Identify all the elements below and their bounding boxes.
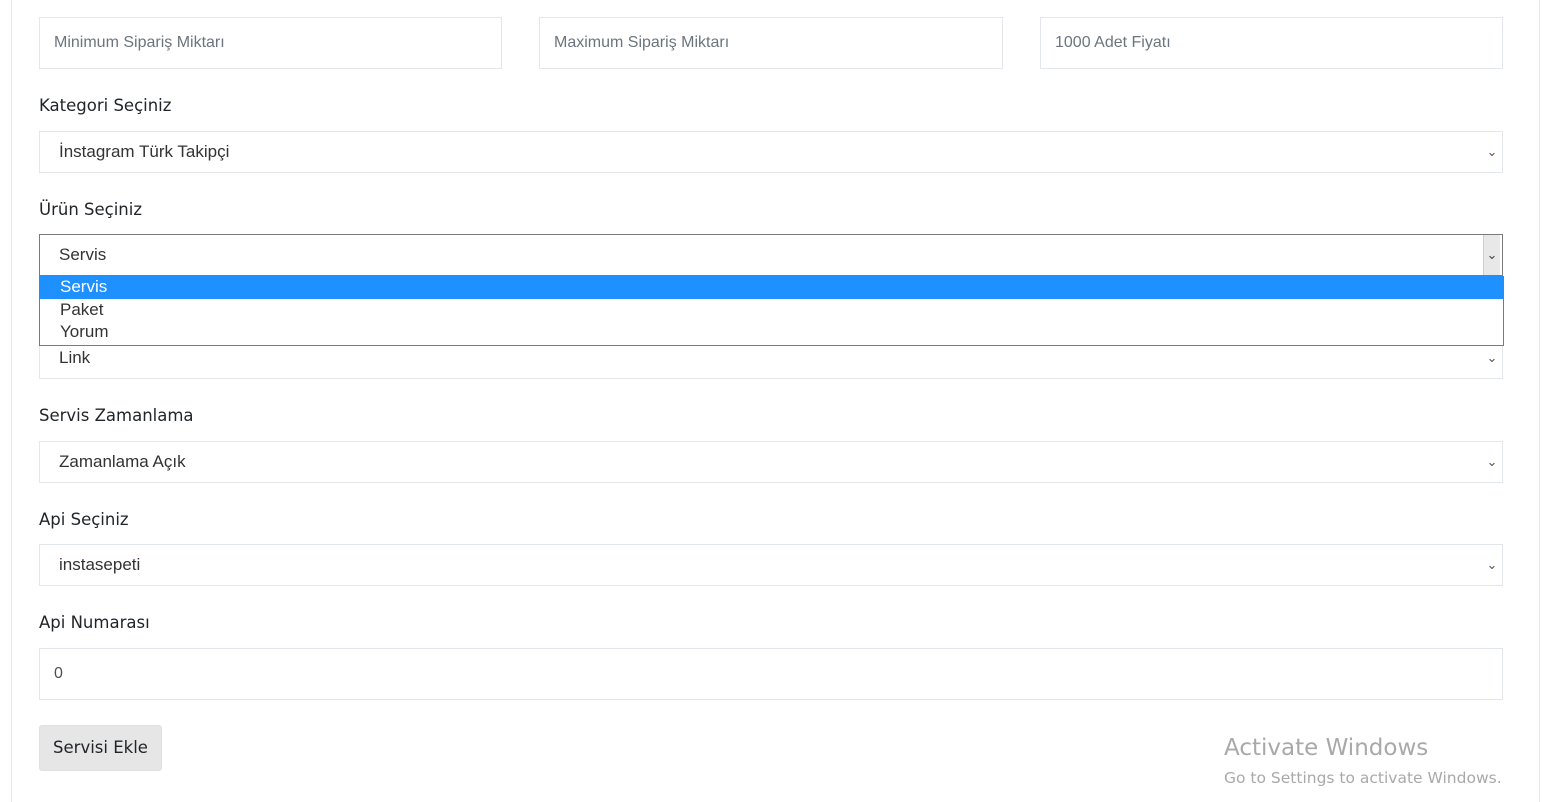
scheduling-label: Servis Zamanlama <box>39 406 194 425</box>
dropdown-option-servis[interactable]: Servis <box>40 276 1503 299</box>
category-select-value: İnstagram Türk Takipçi <box>59 142 230 161</box>
price-1000-input[interactable] <box>1040 17 1503 69</box>
api-number-input[interactable] <box>39 648 1503 700</box>
max-order-input[interactable] <box>539 17 1003 69</box>
product-select[interactable]: Servis ⌄ <box>39 234 1503 276</box>
category-label: Kategori Seçiniz <box>39 96 172 115</box>
chevron-down-icon: ⌄ <box>1486 454 1498 469</box>
api-number-label: Api Numarası <box>39 613 150 632</box>
scheduling-select-value: Zamanlama Açık <box>59 452 186 471</box>
dropdown-option-paket[interactable]: Paket <box>40 299 1503 322</box>
api-label: Api Seçiniz <box>39 510 129 529</box>
chevron-down-icon: ⌄ <box>1486 144 1498 159</box>
chevron-down-icon: ⌄ <box>1483 235 1500 275</box>
activate-windows-title: Activate Windows <box>1224 735 1429 761</box>
product-select-value: Servis <box>59 245 107 264</box>
add-service-button[interactable]: Servisi Ekle <box>39 725 162 771</box>
activate-windows-subtitle: Go to Settings to activate Windows. <box>1224 769 1502 787</box>
min-order-input[interactable] <box>39 17 502 69</box>
type-select-value: Link <box>59 348 91 367</box>
dropdown-option-yorum[interactable]: Yorum <box>40 321 1503 344</box>
chevron-down-icon: ⌄ <box>1486 557 1498 572</box>
category-select[interactable]: İnstagram Türk Takipçi ⌄ <box>39 131 1503 173</box>
scheduling-select[interactable]: Zamanlama Açık ⌄ <box>39 441 1503 483</box>
api-select[interactable]: instasepeti ⌄ <box>39 544 1503 586</box>
product-dropdown-list: Servis Paket Yorum <box>39 276 1504 346</box>
product-label: Ürün Seçiniz <box>39 200 143 219</box>
api-select-value: instasepeti <box>59 555 141 574</box>
